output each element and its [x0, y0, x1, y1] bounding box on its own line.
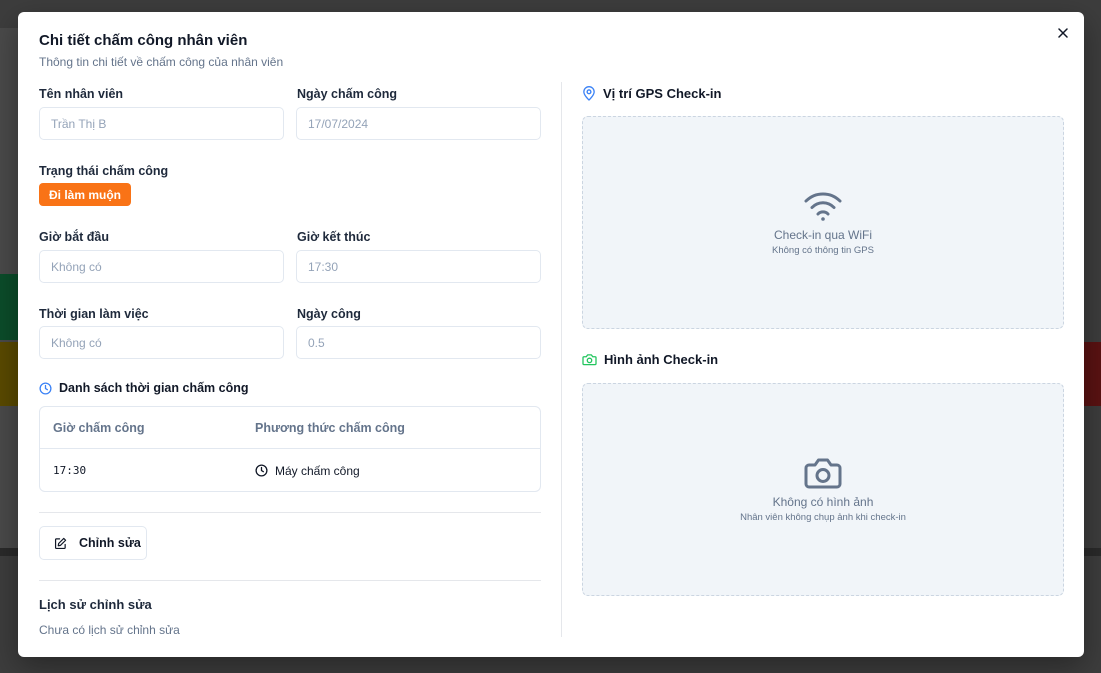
background-card-red	[1084, 342, 1101, 406]
wifi-icon	[804, 191, 842, 221]
clock-icon	[255, 464, 268, 477]
table-row: 17:30 Máy chấm công	[40, 449, 540, 491]
divider	[39, 580, 541, 581]
employee-name-label: Tên nhân viên	[39, 87, 124, 101]
employee-name-field[interactable]	[39, 107, 284, 140]
camera-icon	[804, 458, 842, 488]
clock-icon	[39, 381, 52, 395]
background-card-yellow	[0, 342, 18, 406]
edit-history-empty: Chưa có lịch sử chỉnh sửa	[39, 623, 180, 637]
photo-placeholder-subtitle: Nhân viên không chụp ảnh khi check-in	[740, 511, 906, 523]
work-date-label: Ngày chấm công	[297, 87, 398, 101]
gps-title: Vị trí GPS Check-in	[603, 86, 722, 101]
row-method-label: Máy chấm công	[275, 463, 360, 478]
end-time-field[interactable]	[296, 250, 541, 283]
work-duration-field[interactable]	[39, 326, 284, 359]
column-header-time: Giờ chấm công	[53, 420, 145, 435]
status-badge: Đi làm muộn	[39, 183, 132, 206]
photo-placeholder-title: Không có hình ảnh	[772, 494, 874, 509]
start-time-label: Giờ bắt đầu	[39, 230, 110, 244]
divider	[39, 512, 541, 513]
end-time-label: Giờ kết thúc	[297, 230, 371, 244]
edit-history-title: Lịch sử chỉnh sửa	[39, 597, 152, 612]
start-time-field[interactable]	[39, 250, 284, 283]
row-method: Máy chấm công	[255, 464, 360, 478]
work-days-field[interactable]	[296, 326, 541, 359]
gps-placeholder: Check-in qua WiFi Không có thông tin GPS	[582, 116, 1064, 329]
map-pin-icon	[583, 86, 595, 101]
photo-header: Hình ảnh Check-in	[582, 352, 718, 367]
photo-title: Hình ảnh Check-in	[604, 352, 719, 367]
edit-button[interactable]: Chỉnh sửa	[39, 526, 147, 560]
gps-placeholder-subtitle: Không có thông tin GPS	[772, 244, 874, 256]
attendance-detail-modal: Chi tiết chấm công nhân viên Thông tin c…	[18, 12, 1084, 657]
work-date-field[interactable]	[296, 107, 541, 140]
photo-placeholder: Không có hình ảnh Nhân viên không chụp ả…	[582, 383, 1064, 596]
edit-button-label: Chỉnh sửa	[79, 536, 141, 550]
close-icon	[1058, 28, 1068, 38]
work-duration-label: Thời gian làm việc	[39, 307, 149, 321]
modal-title: Chi tiết chấm công nhân viên	[39, 32, 248, 49]
column-header-method: Phương thức chấm công	[255, 420, 405, 435]
camera-icon	[582, 354, 597, 366]
background-card-green	[0, 274, 18, 340]
timekeeping-list-header: Danh sách thời gian chấm công	[39, 381, 248, 395]
column-divider	[561, 82, 562, 637]
timekeeping-list-title: Danh sách thời gian chấm công	[59, 381, 249, 395]
gps-placeholder-title: Check-in qua WiFi	[773, 227, 873, 242]
close-button[interactable]	[1054, 24, 1072, 42]
row-time: 17:30	[53, 464, 87, 477]
work-days-label: Ngày công	[297, 307, 361, 321]
timekeeping-table: Giờ chấm công Phương thức chấm công 17:3…	[39, 406, 541, 492]
modal-subtitle: Thông tin chi tiết về chấm công của nhân…	[39, 55, 284, 69]
gps-header: Vị trí GPS Check-in	[582, 86, 721, 101]
table-header: Giờ chấm công Phương thức chấm công	[40, 407, 540, 449]
edit-icon	[54, 537, 67, 549]
status-label: Trạng thái chấm công	[39, 164, 169, 178]
